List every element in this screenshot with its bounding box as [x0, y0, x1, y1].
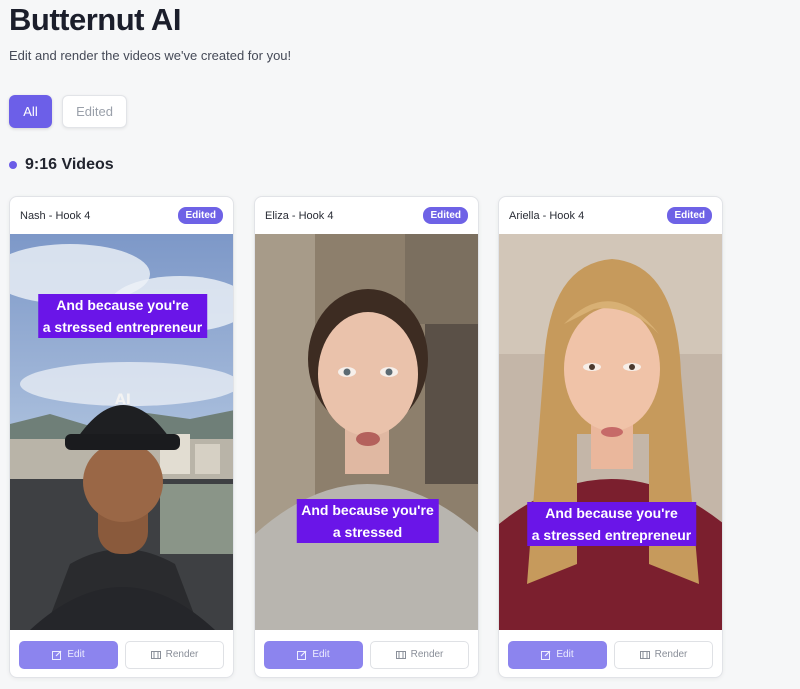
- video-thumbnail-eliza: [255, 234, 478, 630]
- caption-line-1: And because you're: [56, 297, 189, 313]
- filter-edited-button[interactable]: Edited: [62, 95, 127, 128]
- card-footer: Edit Render: [499, 630, 722, 677]
- card-header: Eliza - Hook 4 Edited: [255, 197, 478, 234]
- section-title: 9:16 Videos: [25, 156, 114, 173]
- video-caption: And because you're a stressed: [296, 499, 439, 543]
- card-title: Ariella - Hook 4: [509, 209, 585, 222]
- render-label: Render: [654, 649, 688, 660]
- card-footer: Edit Render: [10, 630, 233, 677]
- video-card-eliza: Eliza - Hook 4 Edited And because you're…: [254, 196, 479, 678]
- video-caption: And because you're a stressed entreprene…: [37, 294, 208, 338]
- edit-label: Edit: [67, 649, 85, 660]
- edit-button[interactable]: Edit: [508, 640, 607, 669]
- cap-logo: AI: [115, 392, 131, 408]
- card-header: Ariella - Hook 4 Edited: [499, 197, 722, 234]
- render-button[interactable]: Render: [614, 640, 713, 669]
- film-icon: [395, 650, 406, 659]
- film-icon: [639, 650, 650, 659]
- app-subtitle: Edit and render the videos we've created…: [9, 48, 292, 63]
- render-label: Render: [165, 649, 199, 660]
- page: Butternut AI Edit and render the videos …: [0, 0, 800, 689]
- video-thumbnail-ariella: [499, 234, 722, 630]
- video-preview[interactable]: And because you're a stressed: [255, 234, 478, 630]
- edit-button[interactable]: Edit: [19, 640, 118, 669]
- filter-all-button[interactable]: All: [9, 95, 52, 128]
- video-preview[interactable]: AI And because you're a stressed entrepr…: [10, 234, 233, 630]
- caption-line-2: a stressed: [332, 524, 403, 540]
- card-title: Eliza - Hook 4: [265, 209, 334, 222]
- video-preview[interactable]: And because you're a stressed entreprene…: [499, 234, 722, 630]
- pencil-square-icon: [541, 650, 551, 660]
- video-card-nash: Nash - Hook 4 Edited AI And because you'…: [9, 196, 234, 678]
- filter-tabs: All Edited: [9, 95, 127, 128]
- pencil-square-icon: [52, 650, 62, 660]
- edited-badge: Edited: [667, 207, 712, 224]
- caption-line-2: a stressed entrepreneur: [42, 319, 203, 335]
- edit-button[interactable]: Edit: [264, 640, 363, 669]
- render-label: Render: [410, 649, 444, 660]
- edit-label: Edit: [556, 649, 574, 660]
- section-heading: 9:16 Videos: [9, 156, 114, 174]
- video-card-ariella: Ariella - Hook 4 Edited And because you'…: [498, 196, 723, 678]
- section-dot-icon: [9, 161, 17, 169]
- app-title: Butternut AI: [9, 2, 181, 37]
- pencil-square-icon: [297, 650, 307, 660]
- card-footer: Edit Render: [255, 630, 478, 677]
- render-button[interactable]: Render: [125, 640, 224, 669]
- caption-line-2: a stressed entrepreneur: [531, 527, 692, 543]
- film-icon: [150, 650, 161, 659]
- card-header: Nash - Hook 4 Edited: [10, 197, 233, 234]
- caption-line-1: And because you're: [545, 505, 678, 521]
- edit-label: Edit: [312, 649, 330, 660]
- video-caption: And because you're a stressed entreprene…: [526, 502, 697, 546]
- card-title: Nash - Hook 4: [20, 209, 91, 222]
- render-button[interactable]: Render: [370, 640, 469, 669]
- caption-line-1: And because you're: [301, 502, 434, 518]
- edited-badge: Edited: [178, 207, 223, 224]
- edited-badge: Edited: [423, 207, 468, 224]
